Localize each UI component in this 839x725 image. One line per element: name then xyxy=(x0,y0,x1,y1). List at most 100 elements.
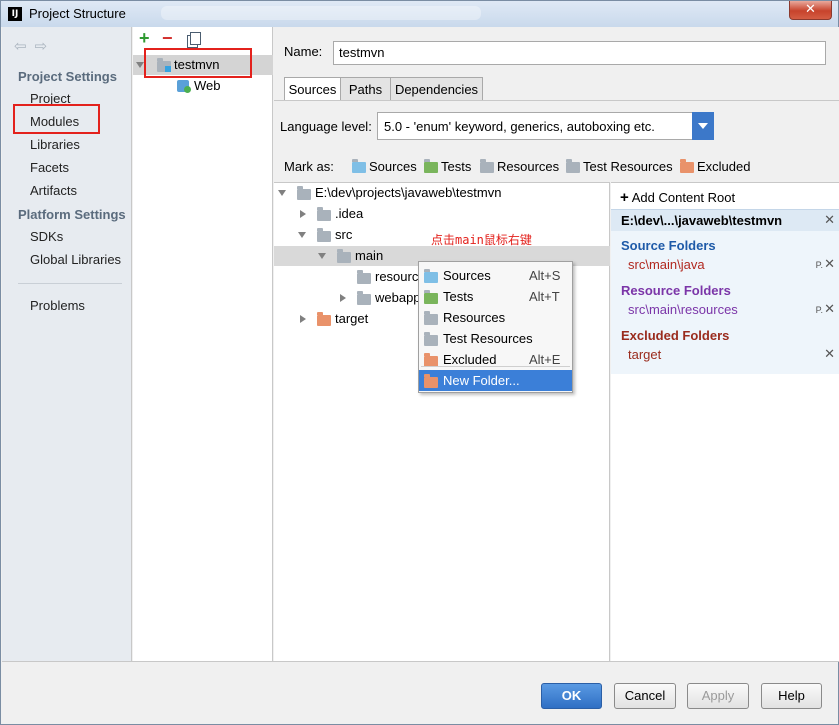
cancel-button[interactable]: Cancel xyxy=(614,683,676,709)
module-tree-panel: + − testmvn Web xyxy=(133,27,273,661)
add-content-root-button[interactable]: + Add Content Root xyxy=(620,189,735,206)
menu-item-label: Resources xyxy=(443,310,506,325)
menu-item-test-resources[interactable]: Test Resources xyxy=(419,328,572,349)
content-roots-panel: + Add Content Root E:\dev\...\javaweb\tes… xyxy=(611,182,839,661)
sidebar-item-sdks[interactable]: SDKs xyxy=(30,229,63,244)
context-menu: Sources Alt+S Tests Alt+T Resources Test… xyxy=(418,261,573,393)
project-settings-title: Project Settings xyxy=(18,69,117,84)
sidebar-item-libraries[interactable]: Libraries xyxy=(30,137,80,152)
mark-as-tests-label: Tests xyxy=(441,159,472,174)
tests-folder-icon xyxy=(424,290,438,304)
remove-excluded-folder-icon[interactable]: ✕ xyxy=(824,347,835,362)
tree-row-idea[interactable]: .idea xyxy=(274,204,610,224)
excluded-folders-title: Excluded Folders xyxy=(621,328,730,343)
resource-folders-title: Resource Folders xyxy=(621,283,731,298)
facet-check-icon xyxy=(184,86,191,93)
tree-node-label: resourc xyxy=(375,269,419,284)
menu-item-shortcut: Alt+T xyxy=(529,289,560,304)
collapse-arrow-icon[interactable] xyxy=(278,190,286,196)
mark-as-resources-label: Resources xyxy=(497,159,560,174)
edit-properties-icon[interactable]: P. xyxy=(816,260,823,270)
copy-icon[interactable] xyxy=(187,32,201,48)
chevron-down-icon[interactable] xyxy=(692,112,714,140)
sidebar-item-artifacts[interactable]: Artifacts xyxy=(30,183,77,198)
language-level-label: Language level: xyxy=(280,119,372,134)
tree-node-label: webapp xyxy=(375,290,421,305)
mark-as-test-resources-label: Test Resources xyxy=(583,159,673,174)
menu-item-new-folder[interactable]: New Folder... xyxy=(419,370,572,391)
menu-item-resources[interactable]: Resources xyxy=(419,307,572,328)
excluded-folder-icon xyxy=(317,312,331,326)
tab-divider xyxy=(274,100,839,101)
window-title: Project Structure xyxy=(29,6,126,21)
test-resources-folder-icon xyxy=(424,332,438,346)
help-button[interactable]: Help xyxy=(761,683,822,709)
expand-arrow-icon[interactable] xyxy=(136,62,144,68)
module-settings-panel: Name: testmvn Sources Paths Dependencies… xyxy=(274,27,839,661)
footer-divider xyxy=(2,661,839,662)
platform-settings-title: Platform Settings xyxy=(18,207,126,222)
remove-icon[interactable]: − xyxy=(162,28,173,49)
tree-node-label: .idea xyxy=(335,206,364,221)
history-navigation: ⇦ ⇨ xyxy=(14,37,55,55)
apply-button[interactable]: Apply xyxy=(687,683,749,709)
tests-folder-icon xyxy=(424,159,438,173)
folder-icon xyxy=(337,249,351,263)
modules-highlight-box xyxy=(13,104,100,134)
test-resources-folder-icon xyxy=(566,159,580,173)
expand-arrow-icon[interactable] xyxy=(340,294,346,302)
resource-folder-path: src\main\resources xyxy=(628,302,738,317)
menu-item-label: New Folder... xyxy=(443,373,520,388)
excluded-folder-icon xyxy=(680,159,694,173)
folder-icon xyxy=(297,186,311,200)
sources-folder-icon xyxy=(424,269,438,283)
tree-root-label: E:\dev\projects\javaweb\testmvn xyxy=(315,185,502,200)
menu-item-shortcut: Alt+E xyxy=(529,352,561,367)
expand-arrow-icon[interactable] xyxy=(300,315,306,323)
tree-node-label: target xyxy=(335,311,369,326)
source-folder-path: src\main\java xyxy=(628,257,705,272)
module-tree-item-web[interactable]: Web xyxy=(133,76,273,96)
menu-item-sources[interactable]: Sources Alt+S xyxy=(419,265,572,286)
source-folders-title: Source Folders xyxy=(621,238,716,253)
resources-folder-icon xyxy=(357,270,371,284)
edit-properties-icon[interactable]: P. xyxy=(816,305,823,315)
tree-node-label: main xyxy=(355,248,384,263)
tree-row-root[interactable]: E:\dev\projects\javaweb\testmvn xyxy=(274,183,610,203)
add-icon[interactable]: + xyxy=(139,28,150,49)
language-level-value: 5.0 - 'enum' keyword, generics, autoboxi… xyxy=(384,119,655,134)
excluded-folder-path: target xyxy=(628,347,662,362)
close-window-button[interactable]: ✕ xyxy=(789,1,832,20)
title-bar: IJ Project Structure ✕ xyxy=(1,1,838,27)
menu-item-tests[interactable]: Tests Alt+T xyxy=(419,286,572,307)
name-label: Name: xyxy=(284,44,323,59)
expand-arrow-icon[interactable] xyxy=(300,210,306,218)
collapse-arrow-icon[interactable] xyxy=(318,253,326,259)
sources-folder-icon xyxy=(352,159,366,173)
sidebar-item-facets[interactable]: Facets xyxy=(30,160,69,175)
project-structure-dialog: IJ Project Structure ✕ ⇦ ⇨ Project Settin… xyxy=(0,0,839,725)
intellij-icon: IJ xyxy=(8,7,22,21)
sidebar-divider xyxy=(18,283,122,284)
mark-as-sources-label: Sources xyxy=(369,159,417,174)
tab-dependencies[interactable]: Dependencies xyxy=(390,77,483,101)
new-folder-icon xyxy=(424,374,438,388)
mark-as-excluded-label: Excluded xyxy=(697,159,751,174)
module-name-input[interactable]: testmvn xyxy=(333,41,826,65)
forward-arrow-icon[interactable]: ⇨ xyxy=(35,38,48,55)
folder-icon xyxy=(317,207,331,221)
tab-sources[interactable]: Sources xyxy=(284,77,341,101)
remove-source-folder-icon[interactable]: ✕ xyxy=(824,257,835,272)
menu-item-label: Excluded xyxy=(443,352,497,367)
remove-content-root-icon[interactable]: ✕ xyxy=(824,213,835,228)
menu-separator xyxy=(421,366,570,367)
title-bar-background-text xyxy=(161,6,481,20)
language-level-select[interactable]: 5.0 - 'enum' keyword, generics, autoboxi… xyxy=(377,112,714,140)
sidebar-item-problems[interactable]: Problems xyxy=(30,298,85,313)
tab-paths[interactable]: Paths xyxy=(340,77,391,101)
back-arrow-icon[interactable]: ⇦ xyxy=(14,38,27,55)
sidebar-item-global-libraries[interactable]: Global Libraries xyxy=(30,252,121,267)
remove-resource-folder-icon[interactable]: ✕ xyxy=(824,302,835,317)
ok-button[interactable]: OK xyxy=(541,683,602,709)
collapse-arrow-icon[interactable] xyxy=(298,232,306,238)
